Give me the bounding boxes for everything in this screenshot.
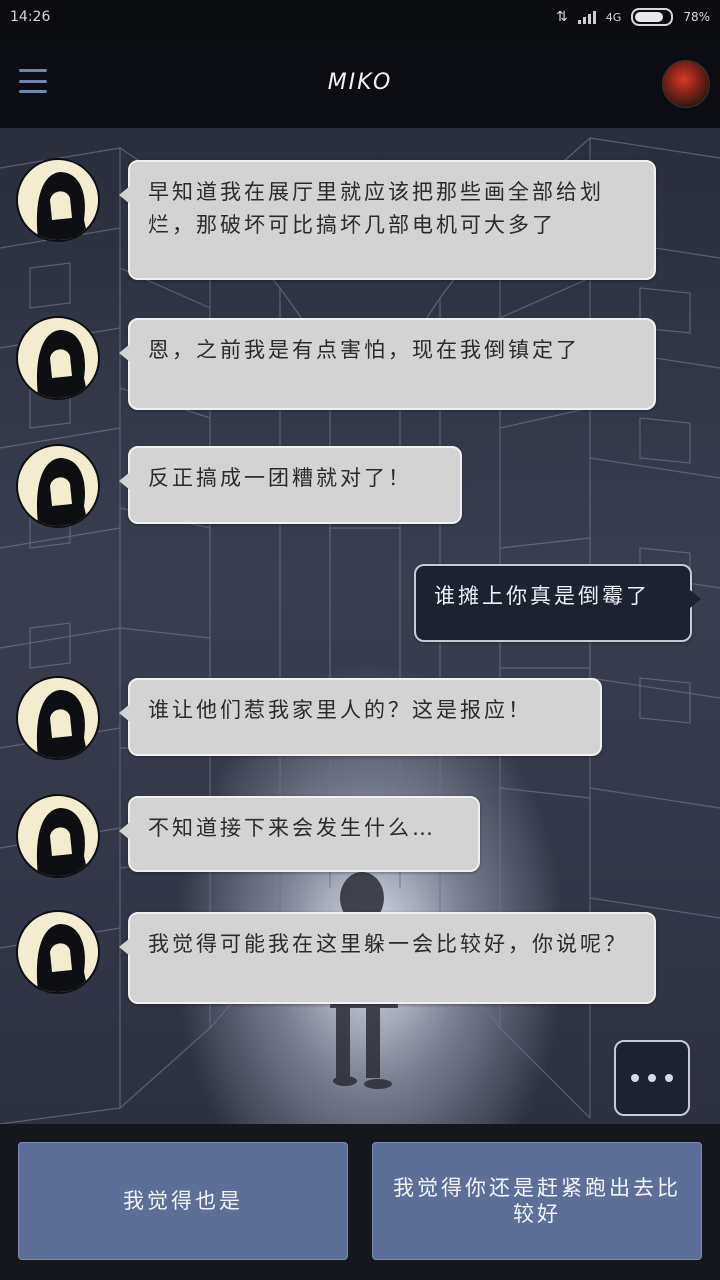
contact-avatar: [16, 158, 100, 242]
battery-level: 78%: [683, 10, 710, 24]
signal-icon: [577, 10, 596, 24]
reply-option-1[interactable]: 我觉得也是: [18, 1142, 348, 1260]
message-bubble: 反正搞成一团糟就对了！: [119, 446, 462, 524]
contact-avatar: [16, 676, 100, 760]
profile-avatar[interactable]: [662, 60, 710, 108]
message-bubble: 谁让他们惹我家里人的？这是报应！: [119, 678, 602, 756]
contact-avatar: [16, 316, 100, 400]
battery-icon: [631, 8, 674, 26]
data-transfer-icon: ⇅: [556, 9, 568, 25]
reply-options: 我觉得也是 我觉得你还是赶紧跑出去比较好: [0, 1124, 720, 1280]
message-bubble: 我觉得可能我在这里躲一会比较好，你说呢？: [119, 912, 656, 1004]
message-bubble: 不知道接下来会发生什么…: [119, 796, 480, 872]
status-bar: 14:26 ⇅ 4G 78%: [0, 0, 720, 36]
message-bubble: 恩，之前我是有点害怕，现在我倒镇定了: [119, 318, 656, 410]
page-title: MIKO: [327, 70, 393, 95]
message-bubble: 早知道我在展厅里就应该把那些画全部给划烂，那破坏可比搞坏几部电机可大多了: [119, 160, 656, 280]
contact-avatar: [16, 444, 100, 528]
typing-dot: [648, 1074, 656, 1082]
contact-avatar: [16, 910, 100, 994]
reply-option-2[interactable]: 我觉得你还是赶紧跑出去比较好: [372, 1142, 702, 1260]
contact-avatar: [16, 794, 100, 878]
status-time: 14:26: [10, 9, 51, 25]
app-header: MIKO: [0, 36, 720, 128]
message-bubble-mine: 谁摊上你真是倒霉了: [414, 564, 701, 642]
typing-dot: [665, 1074, 673, 1082]
network-type: 4G: [605, 10, 622, 24]
typing-indicator: [614, 1040, 690, 1116]
typing-dot: [631, 1074, 639, 1082]
